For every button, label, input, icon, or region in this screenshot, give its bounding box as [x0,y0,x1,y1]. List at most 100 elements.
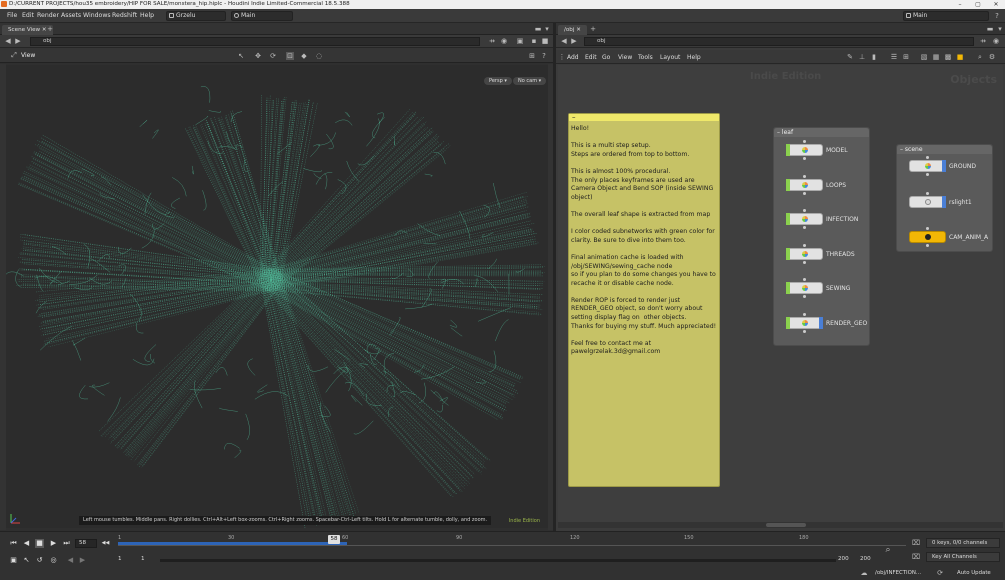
time-cursor[interactable]: 58 [328,535,340,544]
end-frame-field-2[interactable]: 200 [857,556,877,565]
menu-render[interactable]: Render [37,12,59,19]
note-icon[interactable]: ▮ [870,53,878,61]
output-port[interactable] [803,226,806,229]
status-node-path[interactable]: /obj/INFECTION... [875,570,921,576]
green-flag[interactable] [786,144,790,156]
move-tool-icon[interactable]: ✥ [254,52,262,60]
input-port[interactable] [926,227,929,230]
step-back-button[interactable]: ◀ [22,539,31,548]
3d-viewport[interactable]: Persp ▾ No cam ▾ Left mouse tumbles. Mid… [6,65,548,528]
network-options-icon[interactable]: ⚙ [988,53,996,61]
output-port[interactable] [926,173,929,176]
scene-path-field[interactable]: obj [30,37,480,46]
green-flag[interactable] [786,213,790,225]
scale-tool-icon[interactable]: ⊡ [286,52,294,60]
display-flag[interactable] [942,160,946,172]
input-port[interactable] [803,209,806,212]
desktop-dropdown[interactable]: Main [231,11,293,21]
camera-menu-button[interactable]: No cam ▾ [513,77,547,85]
network-menu-go[interactable]: Go [602,54,610,61]
realtime-toggle[interactable]: ▣ [9,556,18,565]
network-menu-tools[interactable]: Tools [638,54,653,61]
pin-icon[interactable]: ⇸ [488,37,496,45]
leaf-network-box[interactable]: – leaf MODEL LOOPS INFECTION THREADS SEW… [773,127,870,346]
pose-tool-icon[interactable]: ◌ [315,52,323,60]
network-search-icon[interactable]: ⌕ [976,53,984,61]
input-port[interactable] [803,175,806,178]
menu-file[interactable]: File [7,12,17,19]
output-port[interactable] [803,295,806,298]
network-menu-layout[interactable]: Layout [660,54,680,61]
output-port[interactable] [803,261,806,264]
input-port[interactable] [926,192,929,195]
network-menu-edit[interactable]: Edit [585,54,597,61]
key-all-channels-button[interactable]: Key All Channels [926,552,1000,562]
grid-view-icon[interactable]: ⊞ [902,53,910,61]
pane-menu-icon[interactable]: ▬ [534,25,542,33]
tree-icon[interactable]: ⊥ [858,53,866,61]
pane-arrow-icon[interactable]: ▾ [543,25,551,33]
output-port[interactable] [926,244,929,247]
green-flag[interactable] [786,248,790,260]
rotate-tool-icon[interactable]: ⟳ [269,52,277,60]
step-keys-button[interactable]: ◀◀ [101,539,110,548]
select-tool-icon[interactable]: ↖ [237,52,245,60]
loop-button[interactable]: ↺ [35,556,44,565]
view-options-icon[interactable]: ▣ [516,37,524,45]
sticky-note-icon[interactable]: ■ [956,53,964,61]
scene-box-header[interactable]: – scene [897,145,992,154]
persp-menu-button[interactable]: Persp ▾ [484,77,512,85]
status-message-icon[interactable]: ☁ [860,569,868,577]
current-frame-field[interactable]: 58 [75,539,97,548]
wrench-icon[interactable]: ✎ [846,53,854,61]
network-forward-icon[interactable]: ▶ [570,37,578,45]
leaf-box-header[interactable]: – leaf [774,128,869,137]
audio-icon[interactable]: ⌕ [884,546,892,555]
scope-button[interactable]: ↖ [22,556,31,565]
list-view-icon[interactable]: ☰ [890,53,898,61]
maximize-button[interactable]: ▢ [969,0,987,9]
input-port[interactable] [926,156,929,159]
network-pin-icon[interactable]: ⇸ [979,37,987,45]
start-frame-field-2[interactable]: 1 [138,556,158,565]
key-all-icon[interactable]: ⌧ [912,553,920,561]
jump-end-button[interactable]: ⏭ [62,539,71,548]
sticky-note-header[interactable]: – [569,114,719,121]
prev-key-button[interactable]: ◀ [66,556,75,565]
input-port[interactable] [803,278,806,281]
add-network-tab-button[interactable]: + [589,25,597,33]
forward-arrow-icon[interactable]: ▶ [14,37,22,45]
network-pane-arrow-icon[interactable]: ▾ [996,25,1004,33]
help-icon[interactable]: ? [993,12,1001,20]
network-canvas[interactable]: Indie Edition Objects – Hello! This is a… [558,65,1003,522]
play-button[interactable]: ▶ [49,539,58,548]
keys-channels-dropdown[interactable]: 0 keys, 0/0 channels [926,538,1000,548]
end-frame-field[interactable]: 200 [835,556,855,565]
network-scrollbar[interactable] [558,522,1003,528]
image-icon[interactable]: ▧ [920,53,928,61]
sticky-note-text[interactable]: Hello! This is a multi step setup. Steps… [571,125,719,357]
close-button[interactable]: ✕ [987,0,1005,9]
auto-update-dropdown[interactable]: Auto Update [957,570,991,576]
handle-tool-icon[interactable]: ◆ [300,52,308,60]
right-desktop-dropdown[interactable]: Main [903,11,989,21]
network-menu-help[interactable]: Help [687,54,701,61]
menu-help[interactable]: Help [140,12,154,19]
menu-edit[interactable]: Edit [22,12,34,19]
output-port[interactable] [803,330,806,333]
tab-scene-view[interactable]: Scene View ✕ [2,25,53,35]
output-port[interactable] [803,157,806,160]
minimize-button[interactable]: – [951,0,969,9]
viewer-help-icon[interactable]: ? [540,52,548,60]
audio-button[interactable]: ◎ [49,556,58,565]
next-key-button[interactable]: ▶ [78,556,87,565]
green-flag[interactable] [786,179,790,191]
frame-range-slider[interactable] [160,559,836,562]
network-link-icon[interactable]: ◉ [992,37,1000,45]
stop-button[interactable]: ■ [35,539,44,548]
tab-obj[interactable]: /obj ✕ [558,25,587,35]
shape-icon[interactable]: ▩ [944,53,952,61]
input-port[interactable] [803,313,806,316]
palette-icon[interactable]: ▦ [932,53,940,61]
network-path-field[interactable]: obj [584,37,974,46]
